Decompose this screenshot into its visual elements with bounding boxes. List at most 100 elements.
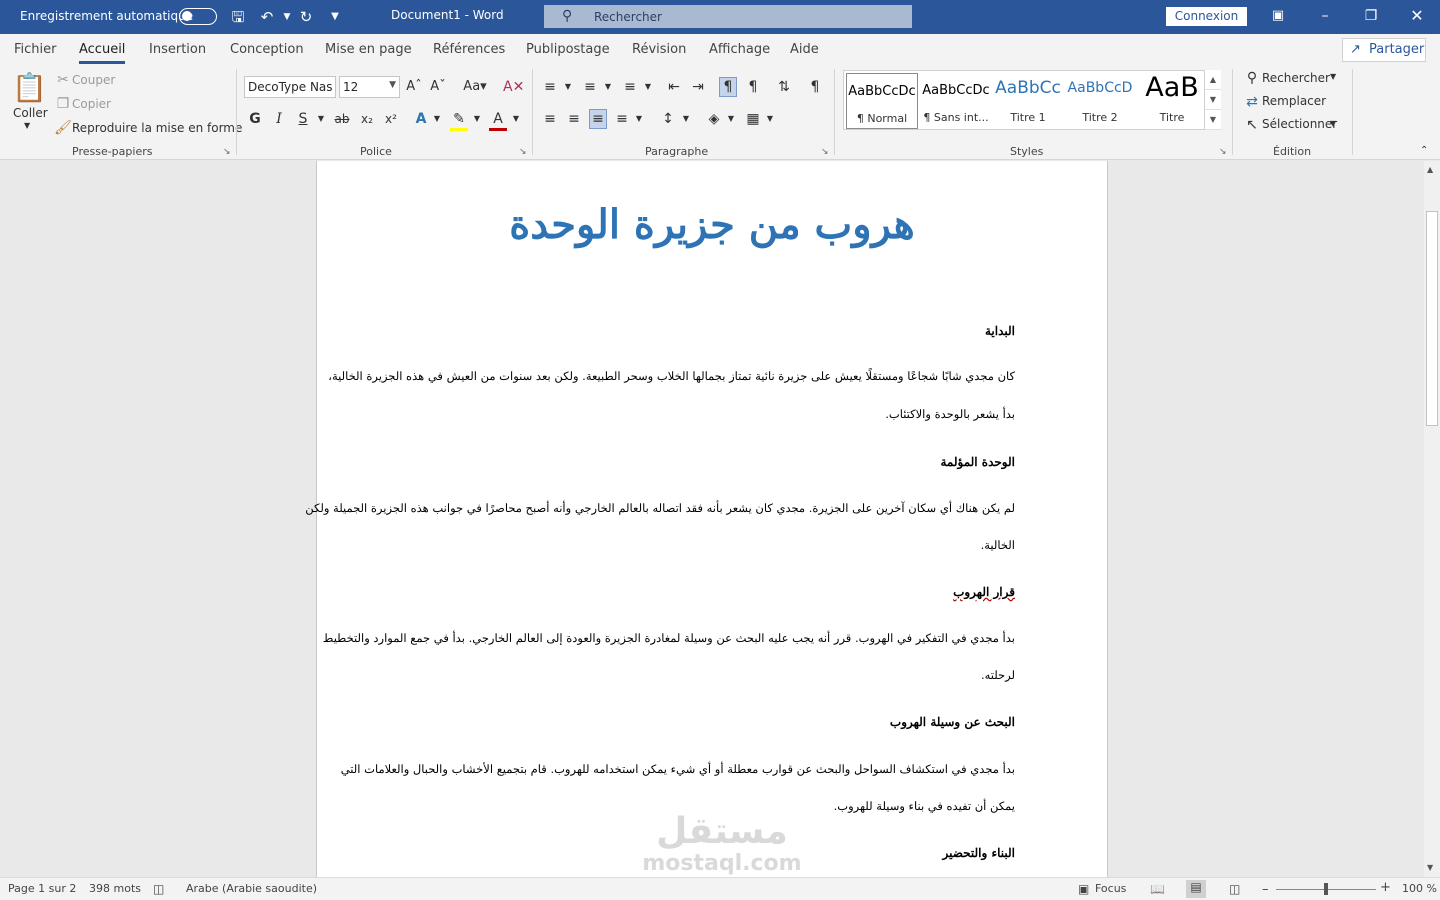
paragraph-launcher-icon[interactable]: ↘	[821, 147, 829, 157]
bold-icon[interactable]: G	[246, 110, 264, 128]
line-spacing-dropdown-icon[interactable]: ▼	[677, 110, 695, 128]
collapse-ribbon-icon[interactable]: ⌃	[1420, 145, 1428, 156]
tab-accueil[interactable]: Accueil	[79, 42, 126, 64]
style-no-spacing[interactable]: AaBbCcDc ¶ Sans int...	[920, 73, 992, 129]
scroll-down-icon[interactable]: ▼	[1427, 863, 1433, 872]
chevron-up-icon[interactable]: ▲	[1205, 70, 1221, 90]
autosave-toggle[interactable]	[179, 8, 217, 25]
undo-icon[interactable]: ↶	[258, 8, 276, 26]
bullets-dropdown-icon[interactable]: ▼	[559, 78, 577, 96]
font-color-icon[interactable]: A	[489, 110, 507, 131]
redo-icon[interactable]: ↻	[297, 8, 315, 26]
tab-aide[interactable]: Aide	[790, 42, 819, 57]
paste-icon[interactable]: 📋	[12, 71, 47, 105]
multilevel-list-icon[interactable]: ≡	[621, 78, 639, 96]
read-mode-icon[interactable]: 📖	[1150, 882, 1165, 896]
multilevel-dropdown-icon[interactable]: ▼	[639, 78, 657, 96]
sort-icon[interactable]: ⇅	[775, 78, 793, 96]
zoom-out-icon[interactable]: –	[1262, 882, 1269, 897]
increase-indent-icon[interactable]: ⇥	[689, 78, 707, 96]
undo-dropdown-icon[interactable]: ▼	[278, 8, 296, 26]
scroll-up-icon[interactable]: ▲	[1427, 165, 1433, 174]
save-icon[interactable]: 🖫	[229, 8, 247, 26]
highlight-icon[interactable]: ✎	[450, 110, 468, 131]
tab-insertion[interactable]: Insertion	[149, 42, 206, 57]
tab-fichier[interactable]: Fichier	[14, 42, 57, 57]
proofing-icon[interactable]: ◫	[153, 882, 164, 896]
underline-icon[interactable]: S	[294, 110, 312, 128]
subscript-icon[interactable]: x₂	[358, 110, 376, 128]
clipboard-launcher-icon[interactable]: ↘	[223, 147, 231, 157]
style-title[interactable]: AaB Titre	[1136, 72, 1208, 129]
zoom-slider-thumb[interactable]	[1324, 883, 1328, 895]
align-center-icon[interactable]: ≡	[565, 110, 583, 128]
more-styles-icon[interactable]: ▼	[1205, 110, 1221, 130]
ltr-direction-icon[interactable]: ¶	[744, 78, 762, 96]
vertical-scrollbar[interactable]: ▲ ▼	[1424, 161, 1440, 877]
chevron-down-icon[interactable]: ▼	[1205, 90, 1221, 110]
replace-button[interactable]: Remplacer	[1262, 94, 1326, 108]
font-launcher-icon[interactable]: ↘	[519, 147, 527, 157]
shading-icon[interactable]: ◈	[705, 110, 723, 128]
font-size-combo[interactable]: 12 ▼	[339, 76, 400, 98]
grow-font-icon[interactable]: Aˆ	[405, 78, 423, 96]
language-status[interactable]: Arabe (Arabie saoudite)	[186, 882, 317, 895]
bullets-icon[interactable]: ≡	[541, 78, 559, 96]
show-formatting-icon[interactable]: ¶	[806, 78, 824, 96]
font-name-combo[interactable]: DecoType Nas	[244, 76, 336, 98]
italic-icon[interactable]: I	[270, 110, 288, 128]
font-color-dropdown-icon[interactable]: ▼	[507, 110, 525, 128]
tab-revision[interactable]: Révision	[632, 42, 686, 57]
zoom-in-icon[interactable]: +	[1380, 880, 1391, 895]
line-spacing-icon[interactable]: ↕	[659, 110, 677, 128]
paste-dropdown-icon[interactable]: ▼	[24, 121, 30, 130]
print-layout-icon[interactable]: ▤	[1186, 880, 1206, 898]
ribbon-display-options-icon[interactable]: ▣	[1268, 6, 1288, 26]
scroll-thumb[interactable]	[1426, 211, 1438, 426]
borders-icon[interactable]: ▦	[744, 110, 762, 128]
share-button[interactable]: ↗ Partager	[1342, 38, 1426, 62]
tab-mise-en-page[interactable]: Mise en page	[325, 42, 412, 57]
restore-icon[interactable]: ❐	[1361, 6, 1381, 26]
find-dropdown-icon[interactable]: ▼	[1330, 72, 1336, 81]
format-painter-button[interactable]: Reproduire la mise en forme	[72, 121, 242, 135]
align-left-icon[interactable]: ≡	[541, 110, 559, 128]
document-page[interactable]: هروب من جزيرة الوحدة البداية كان مجدي شا…	[305, 161, 1108, 877]
close-icon[interactable]: ✕	[1407, 6, 1427, 26]
zoom-level[interactable]: 100 %	[1402, 882, 1437, 895]
tab-conception[interactable]: Conception	[230, 42, 304, 57]
cut-button[interactable]: Couper	[72, 73, 115, 87]
focus-button[interactable]: Focus	[1095, 882, 1126, 895]
justify-dropdown-icon[interactable]: ▼	[630, 110, 648, 128]
select-button[interactable]: Sélectionner	[1262, 117, 1337, 131]
customize-qat-icon[interactable]: ▼	[326, 8, 344, 26]
shading-dropdown-icon[interactable]: ▼	[722, 110, 740, 128]
tab-publipostage[interactable]: Publipostage	[526, 42, 610, 57]
text-effects-dropdown-icon[interactable]: ▼	[428, 110, 446, 128]
find-button[interactable]: Rechercher	[1262, 71, 1330, 85]
tab-references[interactable]: Références	[433, 42, 505, 57]
borders-dropdown-icon[interactable]: ▼	[761, 110, 779, 128]
justify-icon[interactable]: ≡	[613, 110, 631, 128]
page-count[interactable]: Page 1 sur 2	[8, 882, 76, 895]
superscript-icon[interactable]: x²	[382, 110, 400, 128]
align-right-icon[interactable]: ≡	[589, 109, 607, 129]
numbering-dropdown-icon[interactable]: ▼	[599, 78, 617, 96]
rtl-direction-icon[interactable]: ¶	[719, 77, 737, 97]
clear-formatting-icon[interactable]: A✕	[503, 78, 524, 96]
change-case-icon[interactable]: Aa▾	[460, 78, 490, 96]
paste-button[interactable]: Coller	[13, 106, 48, 120]
select-dropdown-icon[interactable]: ▼	[1330, 119, 1336, 128]
numbering-icon[interactable]: ≡	[581, 78, 599, 96]
minimize-icon[interactable]: –	[1315, 6, 1335, 26]
search-box[interactable]: ⚲ Rechercher	[544, 5, 912, 28]
copy-button[interactable]: Copier	[72, 97, 111, 111]
highlight-dropdown-icon[interactable]: ▼	[468, 110, 486, 128]
shrink-font-icon[interactable]: Aˇ	[429, 78, 447, 96]
decrease-indent-icon[interactable]: ⇤	[665, 78, 683, 96]
strikethrough-icon[interactable]: ab	[333, 110, 351, 128]
underline-dropdown-icon[interactable]: ▼	[312, 110, 330, 128]
tab-affichage[interactable]: Affichage	[709, 42, 770, 57]
web-layout-icon[interactable]: ◫	[1229, 882, 1240, 896]
style-normal[interactable]: AaBbCcDc ¶ Normal	[846, 73, 918, 129]
